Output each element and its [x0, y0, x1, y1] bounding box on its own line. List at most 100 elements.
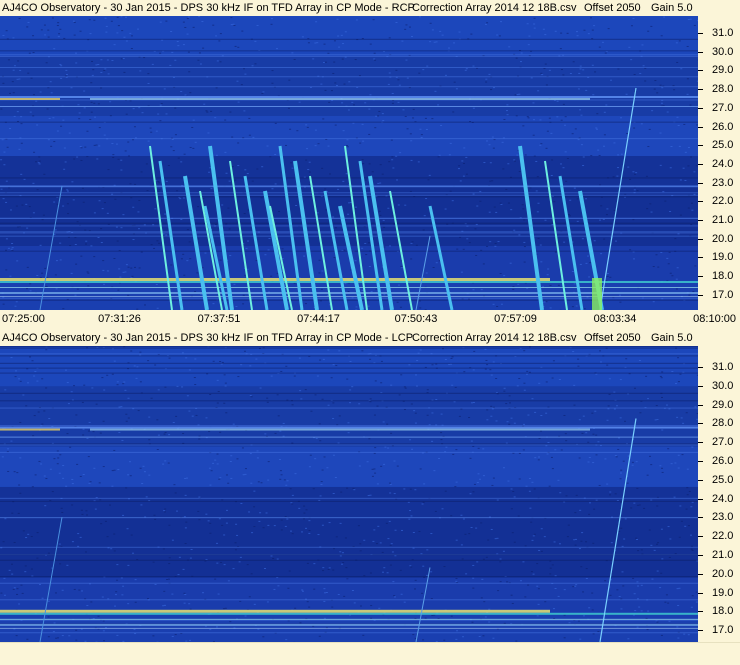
noise-speckle — [29, 356, 31, 357]
noise-speckle — [375, 289, 377, 290]
noise-speckle — [48, 139, 50, 140]
noise-speckle — [339, 551, 341, 552]
noise-speckle — [317, 376, 319, 377]
noise-speckle — [420, 468, 422, 469]
interference-line — [0, 452, 698, 453]
noise-speckle — [69, 133, 71, 134]
noise-speckle — [539, 438, 541, 439]
noise-speckle — [264, 433, 266, 434]
noise-speckle — [549, 573, 551, 574]
noise-speckle — [606, 484, 608, 485]
noise-speckle — [512, 491, 514, 492]
noise-speckle — [550, 285, 552, 286]
noise-speckle — [187, 229, 189, 230]
noise-speckle — [504, 388, 506, 389]
noise-speckle — [152, 635, 154, 636]
noise-speckle — [131, 35, 133, 36]
noise-speckle — [221, 525, 223, 526]
noise-speckle — [403, 488, 405, 489]
noise-speckle — [649, 456, 651, 457]
noise-speckle — [615, 241, 617, 242]
noise-speckle — [558, 596, 560, 597]
noise-speckle — [394, 596, 396, 597]
noise-speckle — [285, 516, 287, 517]
noise-speckle — [164, 88, 166, 89]
noise-speckle — [619, 596, 621, 597]
noise-speckle — [688, 147, 690, 148]
noise-speckle — [8, 248, 10, 249]
noise-speckle — [134, 184, 136, 185]
noise-speckle — [609, 492, 611, 493]
noise-speckle — [326, 467, 328, 468]
noise-speckle — [641, 585, 643, 586]
noise-speckle — [650, 464, 652, 465]
noise-speckle — [322, 567, 324, 568]
noise-speckle — [342, 552, 344, 553]
noise-speckle — [168, 563, 170, 564]
noise-speckle — [102, 270, 104, 271]
tick-text: 31.0 — [712, 361, 733, 373]
noise-speckle — [118, 268, 120, 269]
noise-speckle — [635, 538, 637, 539]
noise-speckle — [231, 24, 233, 25]
noise-speckle — [29, 53, 31, 54]
noise-speckle — [289, 129, 291, 130]
interference-line — [0, 196, 698, 197]
noise-speckle — [32, 360, 34, 361]
interference-line — [0, 554, 698, 555]
noise-speckle — [434, 42, 436, 43]
noise-speckle — [20, 174, 22, 175]
noise-speckle — [166, 579, 168, 580]
noise-speckle — [79, 112, 81, 113]
noise-speckle — [323, 601, 325, 602]
noise-speckle — [399, 152, 401, 153]
noise-speckle — [507, 163, 509, 164]
noise-speckle — [687, 469, 689, 470]
noise-speckle — [425, 618, 427, 619]
noise-speckle — [3, 164, 5, 165]
noise-speckle — [190, 558, 192, 559]
noise-speckle — [230, 17, 232, 18]
noise-speckle — [341, 35, 343, 36]
noise-speckle — [440, 125, 442, 126]
noise-speckle — [544, 536, 546, 537]
noise-speckle — [486, 246, 488, 247]
noise-speckle — [245, 615, 247, 616]
noise-speckle — [290, 162, 292, 163]
noise-speckle — [287, 588, 289, 589]
noise-speckle — [549, 118, 551, 119]
noise-speckle — [424, 215, 426, 216]
noise-speckle — [163, 510, 165, 511]
noise-speckle — [426, 272, 428, 273]
noise-speckle — [65, 70, 67, 71]
bottom-strip — [0, 642, 740, 665]
noise-speckle — [617, 449, 619, 450]
noise-speckle — [113, 450, 115, 451]
noise-speckle — [541, 74, 543, 75]
interference-line — [0, 122, 698, 123]
noise-speckle — [604, 134, 606, 135]
noise-speckle — [521, 53, 523, 54]
noise-speckle — [271, 18, 273, 19]
noise-speckle — [577, 221, 579, 222]
noise-speckle — [68, 237, 70, 238]
rcp-spectrogram[interactable] — [0, 16, 698, 310]
noise-speckle — [660, 133, 662, 134]
noise-speckle — [667, 603, 669, 604]
noise-speckle — [373, 58, 375, 59]
noise-speckle — [641, 44, 643, 45]
noise-speckle — [132, 553, 134, 554]
noise-speckle — [249, 135, 251, 136]
noise-speckle — [83, 202, 85, 203]
lcp-title-text: AJ4CO Observatory - 30 Jan 2015 - DPS 30… — [2, 330, 413, 346]
noise-speckle — [387, 208, 389, 209]
noise-speckle — [603, 219, 605, 220]
noise-speckle — [397, 79, 399, 80]
noise-speckle — [309, 466, 311, 467]
noise-speckle — [214, 460, 216, 461]
noise-speckle — [399, 394, 401, 395]
noise-speckle — [220, 33, 222, 34]
noise-speckle — [57, 131, 59, 132]
lcp-spectrogram[interactable] — [0, 346, 698, 642]
noise-speckle — [531, 398, 533, 399]
